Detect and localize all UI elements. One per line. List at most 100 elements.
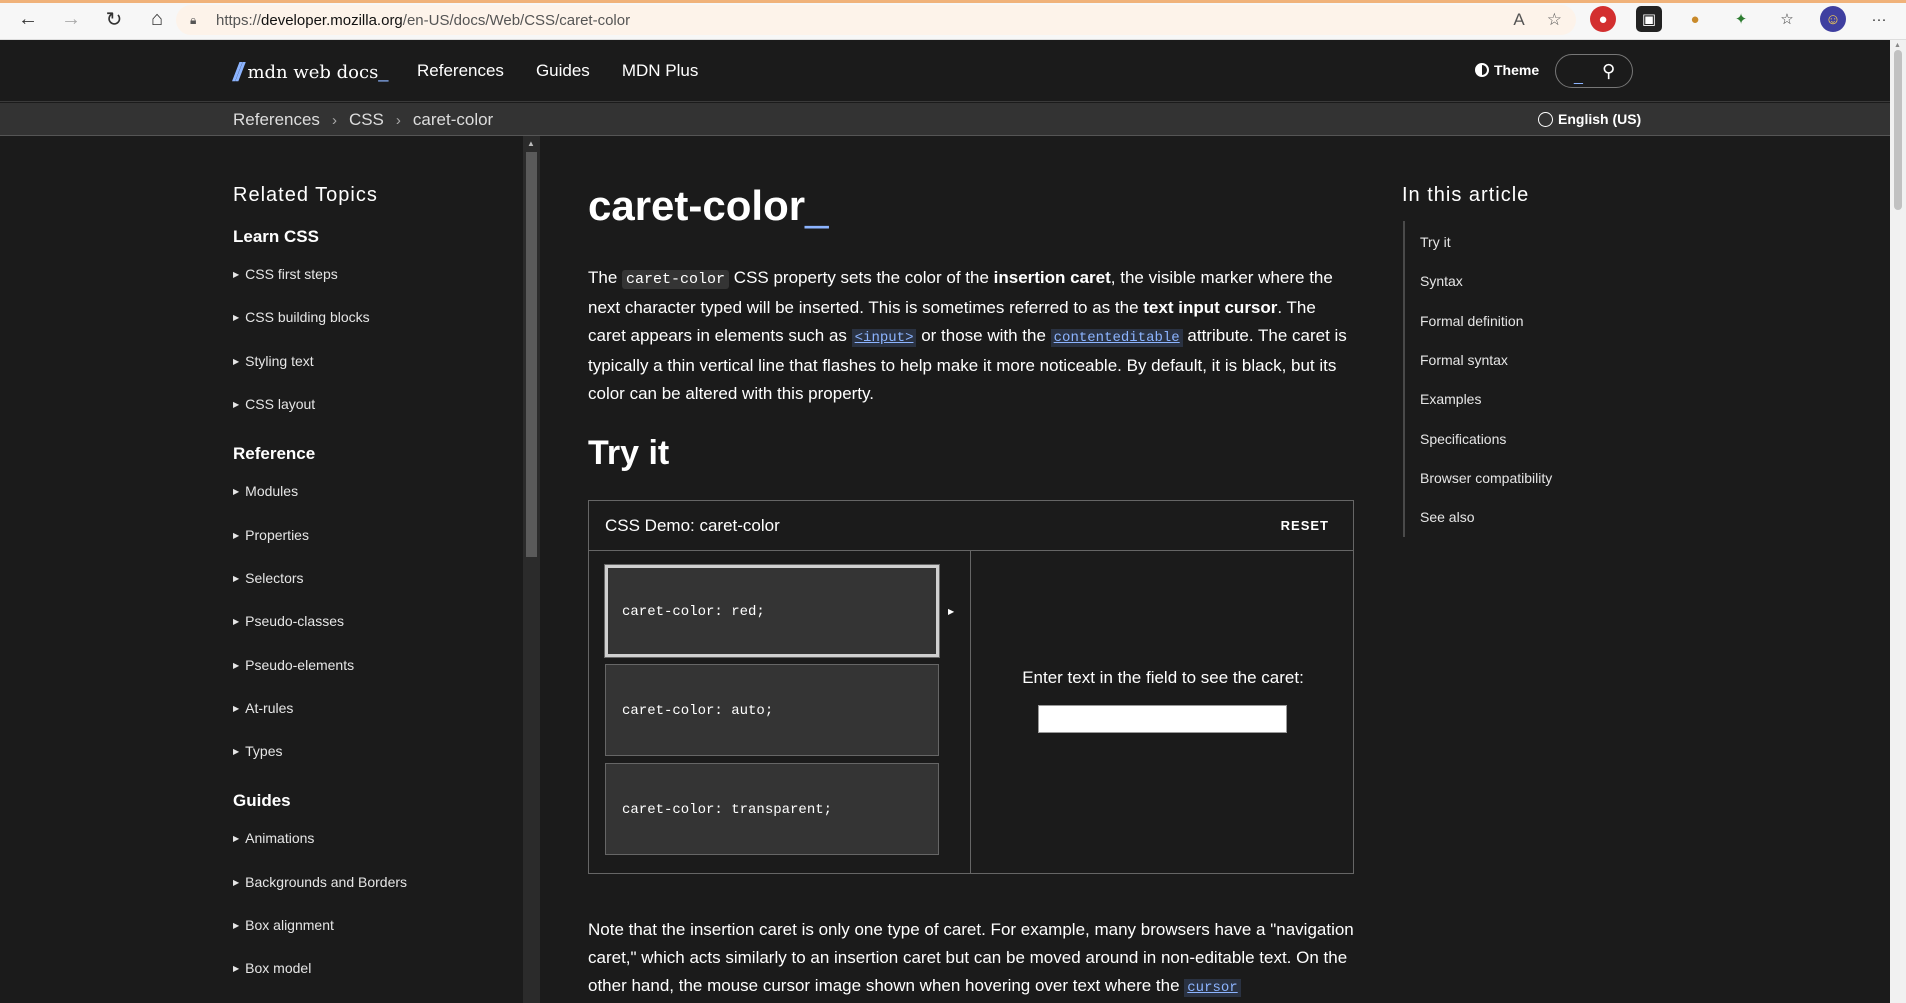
page-title-text: caret-color	[588, 182, 806, 229]
breadcrumb-references[interactable]: References	[233, 110, 320, 130]
more-menu-icon[interactable]: ···	[1866, 6, 1892, 32]
caret-right-icon: ▶	[233, 877, 240, 887]
page-title-underscore: _	[805, 182, 829, 229]
caret-right-icon: ▶	[233, 573, 240, 583]
sidebar-item-label: Properties	[245, 527, 309, 543]
browser-toolbar: ← → ↻ ⌂ 🔒︎ https://developer.mozilla.org…	[0, 0, 1906, 40]
sidebar-item-label: Modules	[245, 483, 299, 499]
adblock-extension-icon[interactable]: ●	[1590, 6, 1616, 32]
input-element-link[interactable]: <input>	[851, 329, 917, 347]
cookie-extension-icon[interactable]: ●	[1682, 6, 1708, 32]
reset-button[interactable]: RESET	[1281, 518, 1329, 533]
caret-right-icon: ▶	[233, 703, 240, 713]
puzzle-extension-icon[interactable]: ✦	[1728, 6, 1754, 32]
sidebar-item[interactable]: ▶ Types	[233, 743, 283, 759]
read-aloud-icon[interactable]: A	[1513, 10, 1524, 30]
sidebar-item[interactable]: ▶ Box alignment	[233, 917, 334, 933]
address-bar[interactable]: 🔒︎ https://developer.mozilla.org/en-US/d…	[176, 5, 1576, 35]
demo-option-transparent[interactable]: caret-color: transparent;	[605, 763, 939, 855]
sidebar-item[interactable]: ▶ Box model	[233, 960, 311, 976]
page-scrollbar-thumb[interactable]	[1894, 50, 1902, 210]
sidebar-item[interactable]: ▶ Modules	[233, 483, 298, 499]
scroll-up-icon[interactable]: ▲	[527, 139, 535, 148]
cursor-link[interactable]: cursor	[1184, 979, 1241, 997]
breadcrumb-css[interactable]: CSS	[349, 110, 384, 130]
favorite-star-icon[interactable]: ☆	[1547, 10, 1562, 30]
intro-bold: insertion caret	[993, 268, 1111, 287]
toc-item-syntax[interactable]: Syntax	[1420, 273, 1463, 289]
toc-item-specifications[interactable]: Specifications	[1420, 431, 1506, 447]
sidebar-heading-guides[interactable]: Guides	[233, 791, 291, 811]
toc-item-see-also[interactable]: See also	[1420, 509, 1474, 525]
url-text: https://developer.mozilla.org/en-US/docs…	[216, 12, 630, 29]
sidebar-heading-learn[interactable]: Learn CSS	[233, 227, 319, 247]
caret-right-icon: ▶	[948, 607, 955, 616]
demo-text-input[interactable]	[1038, 705, 1287, 733]
sidebar-scrollbar[interactable]: ▲	[523, 136, 540, 1003]
sidebar-item[interactable]: ▶ Selectors	[233, 570, 304, 586]
sidebar-item-label: Types	[245, 743, 283, 759]
sidebar-item[interactable]: ▶ Backgrounds and Borders	[233, 874, 407, 890]
search-button[interactable]: _ ⚲	[1555, 54, 1633, 88]
sidebar-item[interactable]: ▶ At-rules	[233, 700, 293, 716]
nav-references[interactable]: References	[417, 61, 504, 81]
caret-right-icon: ▶	[233, 269, 240, 279]
language-label: English (US)	[1558, 111, 1642, 127]
breadcrumb-current[interactable]: caret-color	[413, 110, 493, 130]
sidebar-item-label: Pseudo-classes	[245, 613, 344, 629]
reload-icon[interactable]: ↻	[99, 5, 129, 35]
toc-item-examples[interactable]: Examples	[1420, 391, 1481, 407]
home-icon[interactable]: ⌂	[142, 5, 172, 35]
toc-item-try-it[interactable]: Try it	[1420, 234, 1451, 250]
intro-text: The	[588, 268, 623, 287]
try-it-heading: Try it	[588, 434, 670, 472]
nav-mdn-plus[interactable]: MDN Plus	[622, 61, 699, 81]
logo-text: mdn web docs	[247, 62, 379, 83]
sidebar-item-label: Selectors	[245, 570, 304, 586]
caret-right-icon: ▶	[233, 746, 240, 756]
intro-text: or those with the	[916, 326, 1051, 345]
theme-icon	[1475, 63, 1489, 77]
sidebar-item[interactable]: ▶ CSS layout	[233, 396, 315, 412]
sidebar-item[interactable]: ▶ Properties	[233, 527, 309, 543]
toc-item-formal-syntax[interactable]: Formal syntax	[1420, 352, 1508, 368]
nav-guides[interactable]: Guides	[536, 61, 590, 81]
back-arrow-icon[interactable]: ←	[13, 5, 43, 35]
mdn-logo-icon: //	[233, 57, 244, 87]
language-switcher[interactable]: English (US)	[1538, 111, 1641, 127]
contenteditable-link[interactable]: contenteditable	[1050, 329, 1183, 347]
sidebar-item[interactable]: ▶ CSS first steps	[233, 266, 338, 282]
caret-right-icon: ▶	[233, 356, 240, 366]
demo-option-red[interactable]: caret-color: red;	[605, 565, 939, 657]
page-scrollbar[interactable]: ▲	[1890, 40, 1906, 1003]
demo-option-code: caret-color: auto;	[622, 703, 774, 719]
demo-option-auto[interactable]: caret-color: auto;	[605, 664, 939, 756]
caret-right-icon: ▶	[233, 963, 240, 973]
theme-button[interactable]: Theme	[1475, 62, 1539, 78]
sidebar-item[interactable]: ▶ Styling text	[233, 353, 314, 369]
caret-right-icon: ▶	[233, 312, 240, 322]
chevron-right-icon: ›	[395, 111, 401, 129]
mdn-logo[interactable]: // mdn web docs _	[233, 57, 388, 88]
profile-avatar-icon[interactable]: ☺	[1820, 6, 1846, 32]
demo-output-label: Enter text in the field to see the caret…	[1022, 668, 1304, 687]
sidebar-item[interactable]: ▶ Pseudo-classes	[233, 613, 344, 629]
favorites-icon[interactable]: ☆	[1774, 6, 1800, 32]
search-icon: ⚲	[1602, 61, 1616, 81]
sidebar-scrollbar-thumb[interactable]	[526, 152, 537, 557]
sidebar-heading-reference[interactable]: Reference	[233, 444, 315, 464]
sidebar-item-label: Backgrounds and Borders	[245, 874, 408, 890]
toc-item-browser-compatibility[interactable]: Browser compatibility	[1420, 470, 1552, 486]
table-of-contents: In this article Try it Syntax Formal def…	[1350, 136, 1600, 1003]
demo-output: Enter text in the field to see the caret…	[972, 551, 1354, 873]
sidebar-item[interactable]: ▶ Animations	[233, 830, 314, 846]
intro-text: CSS property sets the color of the	[729, 268, 994, 287]
scroll-up-icon[interactable]: ▲	[1894, 42, 1901, 49]
sidebar-item-label: Box model	[245, 960, 312, 976]
toc-item-formal-definition[interactable]: Formal definition	[1420, 313, 1524, 329]
extension-icon[interactable]: ▣	[1636, 6, 1662, 32]
sidebar-item[interactable]: ▶ Pseudo-elements	[233, 657, 354, 673]
caret-right-icon: ▶	[233, 833, 240, 843]
forward-arrow-icon[interactable]: →	[56, 5, 86, 35]
sidebar-item[interactable]: ▶ CSS building blocks	[233, 309, 370, 325]
